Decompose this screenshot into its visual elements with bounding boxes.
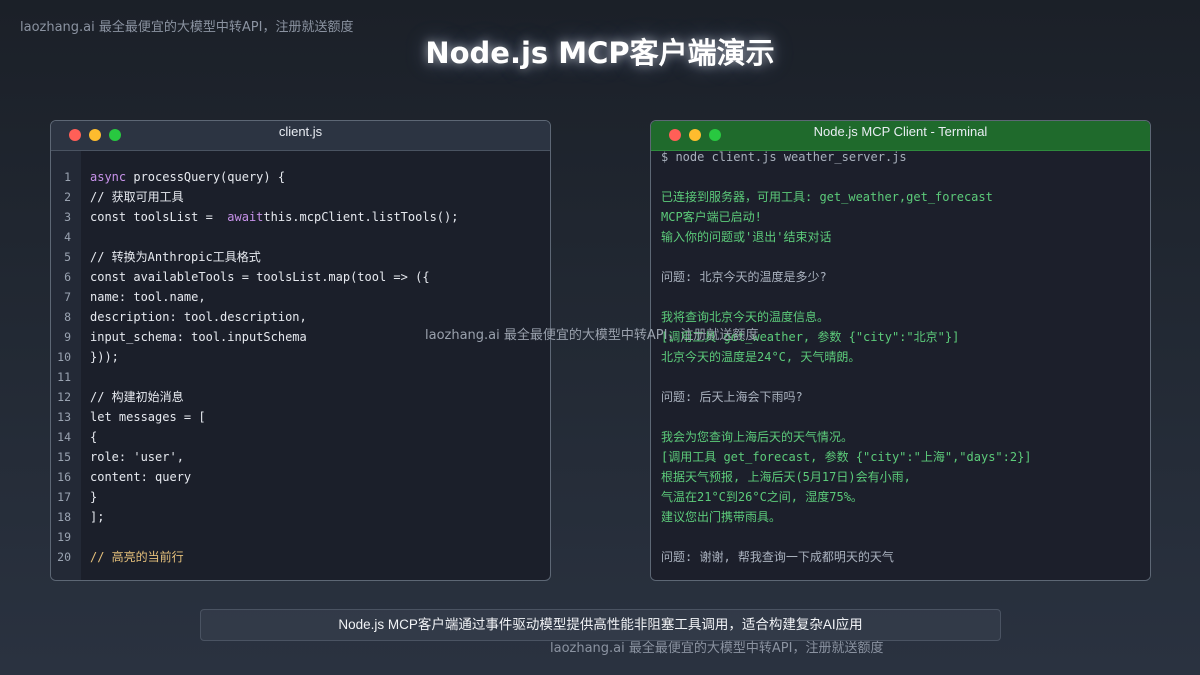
terminal-line: MCP客户端已启动! bbox=[661, 210, 762, 224]
line-number: 4 bbox=[64, 230, 71, 244]
terminal-output[interactable]: $ node client.js weather_server.js 已连接到服务… bbox=[651, 150, 1150, 580]
line-number: 9 bbox=[64, 330, 71, 344]
line-number: 2 bbox=[64, 190, 71, 204]
line-number: 1 bbox=[64, 170, 71, 184]
code-line: input_schema: tool.inputSchema bbox=[90, 330, 307, 344]
terminal-title: Node.js MCP Client - Terminal bbox=[813, 124, 988, 139]
code-line: })); bbox=[90, 350, 119, 364]
line-number: 3 bbox=[64, 210, 71, 224]
terminal-command: $ node client.js weather_server.js bbox=[661, 150, 907, 164]
line-number: 14 bbox=[57, 430, 71, 444]
line-number: 5 bbox=[64, 250, 71, 264]
terminal-question: 问题: 谢谢, 帮我查询一下成都明天的天气 bbox=[661, 550, 894, 564]
terminal-line: 气温在21°C到26°C之间, 湿度75%。 bbox=[661, 490, 863, 504]
terminal-question: 问题: 后天上海会下雨吗? bbox=[661, 390, 803, 404]
code-editor-titlebar: client.js bbox=[51, 121, 550, 151]
keyword-token: await bbox=[227, 210, 264, 224]
terminal-line: 根据天气预报, 上海后天(5月17日)会有小雨, bbox=[661, 470, 911, 484]
code-line: // 构建初始消息 bbox=[90, 390, 184, 404]
code-line: } bbox=[90, 490, 98, 504]
line-number: 13 bbox=[57, 410, 71, 424]
terminal-window: Node.js MCP Client - Terminal $ node cli… bbox=[650, 120, 1151, 581]
line-number: 11 bbox=[57, 370, 71, 384]
line-number: 10 bbox=[57, 350, 71, 364]
line-number: 17 bbox=[57, 490, 71, 504]
code-line: const toolsList = awaitthis.mcpClient.li… bbox=[90, 210, 459, 224]
line-number: 7 bbox=[64, 290, 71, 304]
code-line: ]; bbox=[90, 510, 105, 524]
code-line: content: query bbox=[90, 470, 192, 484]
page-title: Node.js MCP客户端演示 bbox=[425, 36, 775, 70]
keyword-token: async bbox=[90, 170, 127, 184]
code-line: role: 'user', bbox=[90, 450, 184, 464]
code-line: { bbox=[90, 430, 98, 444]
code-content[interactable]: async processQuery(query) { // 获取可用工具 cons… bbox=[81, 151, 458, 580]
terminal-line: 我会为您查询上海后天的天气情况。 bbox=[661, 430, 854, 444]
code-line: let messages = [ bbox=[90, 410, 206, 424]
terminal-question: 问题: 北京今天的温度是多少? bbox=[661, 270, 827, 284]
terminal-line: [调用工具 get_forecast, 参数 {"city":"上海","day… bbox=[661, 450, 1032, 464]
line-number: 19 bbox=[57, 530, 71, 544]
code-editor-title: client.js bbox=[278, 124, 323, 139]
code-editor-body[interactable]: 1 2 3 4 5 6 7 8 9 10 11 12 13 14 15 16 17 18 19 20 async pr… bbox=[51, 151, 550, 580]
terminal-line: 建议您出门携带雨具。 bbox=[661, 510, 782, 524]
terminal-line: 输入你的问题或'退出'结束对话 bbox=[661, 230, 832, 244]
watermark-center: laozhang.ai 最全最便宜的大模型中转API，注册就送额度 bbox=[425, 328, 759, 343]
code-line: description: tool.description, bbox=[90, 310, 307, 324]
code-line: // 高亮的当前行 bbox=[90, 550, 184, 564]
line-number: 18 bbox=[57, 510, 71, 524]
line-number: 15 bbox=[57, 450, 71, 464]
code-line: const availableTools = toolsList.map(too… bbox=[90, 270, 430, 284]
code-editor-window: client.js 1 2 3 4 5 6 7 8 9 10 11 12 13 14 15 16 17 18 19 2… bbox=[50, 120, 551, 581]
code-line: // 获取可用工具 bbox=[90, 190, 184, 204]
line-number: 16 bbox=[57, 470, 71, 484]
line-number: 12 bbox=[57, 390, 71, 404]
line-number: 20 bbox=[57, 550, 71, 564]
line-number: 8 bbox=[64, 310, 71, 324]
code-line: async processQuery(query) { bbox=[90, 170, 286, 184]
watermark-bottom: laozhang.ai 最全最便宜的大模型中转API，注册就送额度 bbox=[550, 641, 884, 656]
line-number: 6 bbox=[64, 270, 71, 284]
terminal-line: 北京今天的温度是24°C, 天气晴朗。 bbox=[661, 350, 861, 364]
line-number-gutter: 1 2 3 4 5 6 7 8 9 10 11 12 13 14 15 16 17 18 19 20 bbox=[51, 151, 81, 580]
terminal-line: 已连接到服务器，可用工具: get_weather,get_forecast bbox=[661, 190, 993, 204]
code-line: name: tool.name, bbox=[90, 290, 206, 304]
code-line: // 转换为Anthropic工具格式 bbox=[90, 250, 261, 264]
